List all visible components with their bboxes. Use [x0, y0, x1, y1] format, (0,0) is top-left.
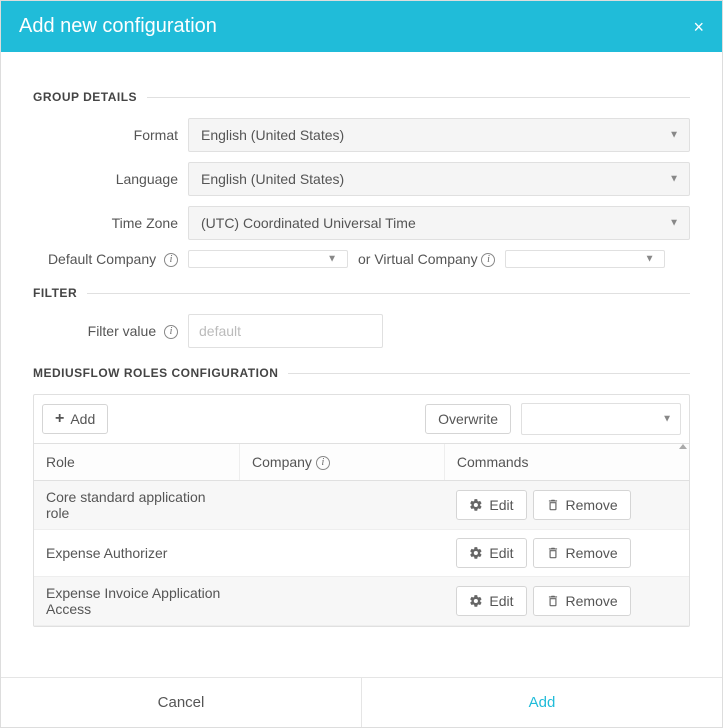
chevron-down-icon: ▼	[669, 130, 679, 141]
trash-icon	[546, 546, 560, 560]
dialog-footer: Cancel Add	[1, 677, 722, 727]
remove-button[interactable]: Remove	[533, 586, 631, 616]
gear-icon	[469, 498, 483, 512]
select-language-value: English (United States)	[201, 171, 344, 187]
info-icon[interactable]: i	[316, 456, 330, 470]
overwrite-button-label: Overwrite	[438, 411, 498, 427]
th-role: Role	[34, 444, 240, 481]
cell-commands: Edit Remove	[444, 481, 665, 530]
label-filter-value-text: Filter value	[88, 323, 156, 339]
scroll-col	[665, 444, 689, 481]
cell-commands: Edit Remove	[444, 577, 665, 626]
th-company-text: Company	[252, 454, 312, 470]
cell-role: Core standard application role	[34, 481, 240, 530]
cell-commands: Edit Remove	[444, 530, 665, 577]
section-title-text: FILTER	[33, 286, 77, 300]
cancel-button[interactable]: Cancel	[1, 678, 362, 727]
cell-company	[240, 530, 445, 577]
overwrite-select[interactable]: ▼	[521, 403, 681, 435]
filter-value-input[interactable]	[188, 314, 383, 348]
label-language: Language	[33, 171, 188, 187]
dialog-body: GROUP DETAILS Format English (United Sta…	[1, 52, 722, 677]
cell-role: Expense Authorizer	[34, 530, 240, 577]
divider	[87, 293, 690, 294]
remove-button-label: Remove	[566, 545, 618, 561]
edit-button[interactable]: Edit	[456, 490, 526, 520]
chevron-down-icon: ▼	[669, 218, 679, 229]
edit-button[interactable]: Edit	[456, 586, 526, 616]
gear-icon	[469, 546, 483, 560]
scroll-cell	[665, 530, 689, 577]
select-format-value: English (United States)	[201, 127, 344, 143]
remove-button[interactable]: Remove	[533, 490, 631, 520]
th-company: Company i	[240, 444, 445, 481]
chevron-down-icon: ▼	[327, 254, 337, 265]
trash-icon	[546, 498, 560, 512]
label-default-company: Default Company i	[33, 251, 188, 267]
cell-role: Expense Invoice Application Access	[34, 577, 240, 626]
chevron-down-icon: ▼	[669, 174, 679, 185]
info-icon[interactable]: i	[481, 253, 495, 267]
chevron-down-icon: ▼	[662, 414, 672, 425]
edit-button-label: Edit	[489, 545, 513, 561]
row-timezone: Time Zone (UTC) Coordinated Universal Ti…	[33, 206, 690, 240]
select-timezone-value: (UTC) Coordinated Universal Time	[201, 215, 416, 231]
info-icon[interactable]: i	[164, 325, 178, 339]
remove-button-label: Remove	[566, 593, 618, 609]
row-default-company: Default Company i ▼ or Virtual Company i…	[33, 250, 690, 268]
plus-icon: +	[55, 411, 64, 427]
label-timezone: Time Zone	[33, 215, 188, 231]
add-button[interactable]: Add	[362, 678, 722, 727]
edit-button-label: Edit	[489, 593, 513, 609]
table-row: Expense Invoice Application Access Edit …	[34, 577, 689, 626]
select-format[interactable]: English (United States) ▼	[188, 118, 690, 152]
chevron-down-icon: ▼	[645, 254, 655, 265]
select-language[interactable]: English (United States) ▼	[188, 162, 690, 196]
divider	[288, 373, 690, 374]
label-format: Format	[33, 127, 188, 143]
label-filter-value: Filter value i	[33, 323, 188, 339]
row-language: Language English (United States) ▼	[33, 162, 690, 196]
section-title-group-details: GROUP DETAILS	[33, 90, 690, 104]
row-format: Format English (United States) ▼	[33, 118, 690, 152]
edit-button[interactable]: Edit	[456, 538, 526, 568]
section-title-text: GROUP DETAILS	[33, 90, 137, 104]
edit-button-label: Edit	[489, 497, 513, 513]
roles-toolbar: + Add Overwrite ▼	[34, 395, 689, 443]
select-timezone[interactable]: (UTC) Coordinated Universal Time ▼	[188, 206, 690, 240]
section-title-roles: MEDIUSFLOW ROLES CONFIGURATION	[33, 366, 690, 380]
scroll-cell	[665, 481, 689, 530]
cell-company	[240, 481, 445, 530]
gear-icon	[469, 594, 483, 608]
table-row: Core standard application role Edit Remo…	[34, 481, 689, 530]
scroll-up-icon[interactable]	[679, 444, 687, 449]
roles-table: Role Company i Commands Core standard ap…	[34, 443, 689, 626]
roles-container: + Add Overwrite ▼ Role Company i Command…	[33, 394, 690, 627]
dialog-title: Add new configuration	[19, 15, 217, 38]
scroll-cell	[665, 577, 689, 626]
cell-company	[240, 577, 445, 626]
info-icon[interactable]: i	[164, 253, 178, 267]
remove-button-label: Remove	[566, 497, 618, 513]
dialog-header: Add new configuration ×	[1, 1, 722, 52]
close-icon[interactable]: ×	[693, 18, 704, 36]
divider	[147, 97, 690, 98]
th-commands: Commands	[444, 444, 665, 481]
section-title-text: MEDIUSFLOW ROLES CONFIGURATION	[33, 366, 278, 380]
select-default-company[interactable]: ▼	[188, 250, 348, 268]
select-virtual-company[interactable]: ▼	[505, 250, 665, 268]
label-default-company-text: Default Company	[48, 251, 156, 267]
trash-icon	[546, 594, 560, 608]
remove-button[interactable]: Remove	[533, 538, 631, 568]
row-filter-value: Filter value i	[33, 314, 690, 348]
label-or-virtual-company-text: or Virtual Company	[358, 251, 478, 267]
add-role-button-label: Add	[70, 411, 95, 427]
table-row: Expense Authorizer Edit Remove	[34, 530, 689, 577]
overwrite-button[interactable]: Overwrite	[425, 404, 511, 434]
label-or-virtual-company: or Virtual Company i	[348, 251, 505, 267]
section-title-filter: FILTER	[33, 286, 690, 300]
add-role-button[interactable]: + Add	[42, 404, 108, 434]
